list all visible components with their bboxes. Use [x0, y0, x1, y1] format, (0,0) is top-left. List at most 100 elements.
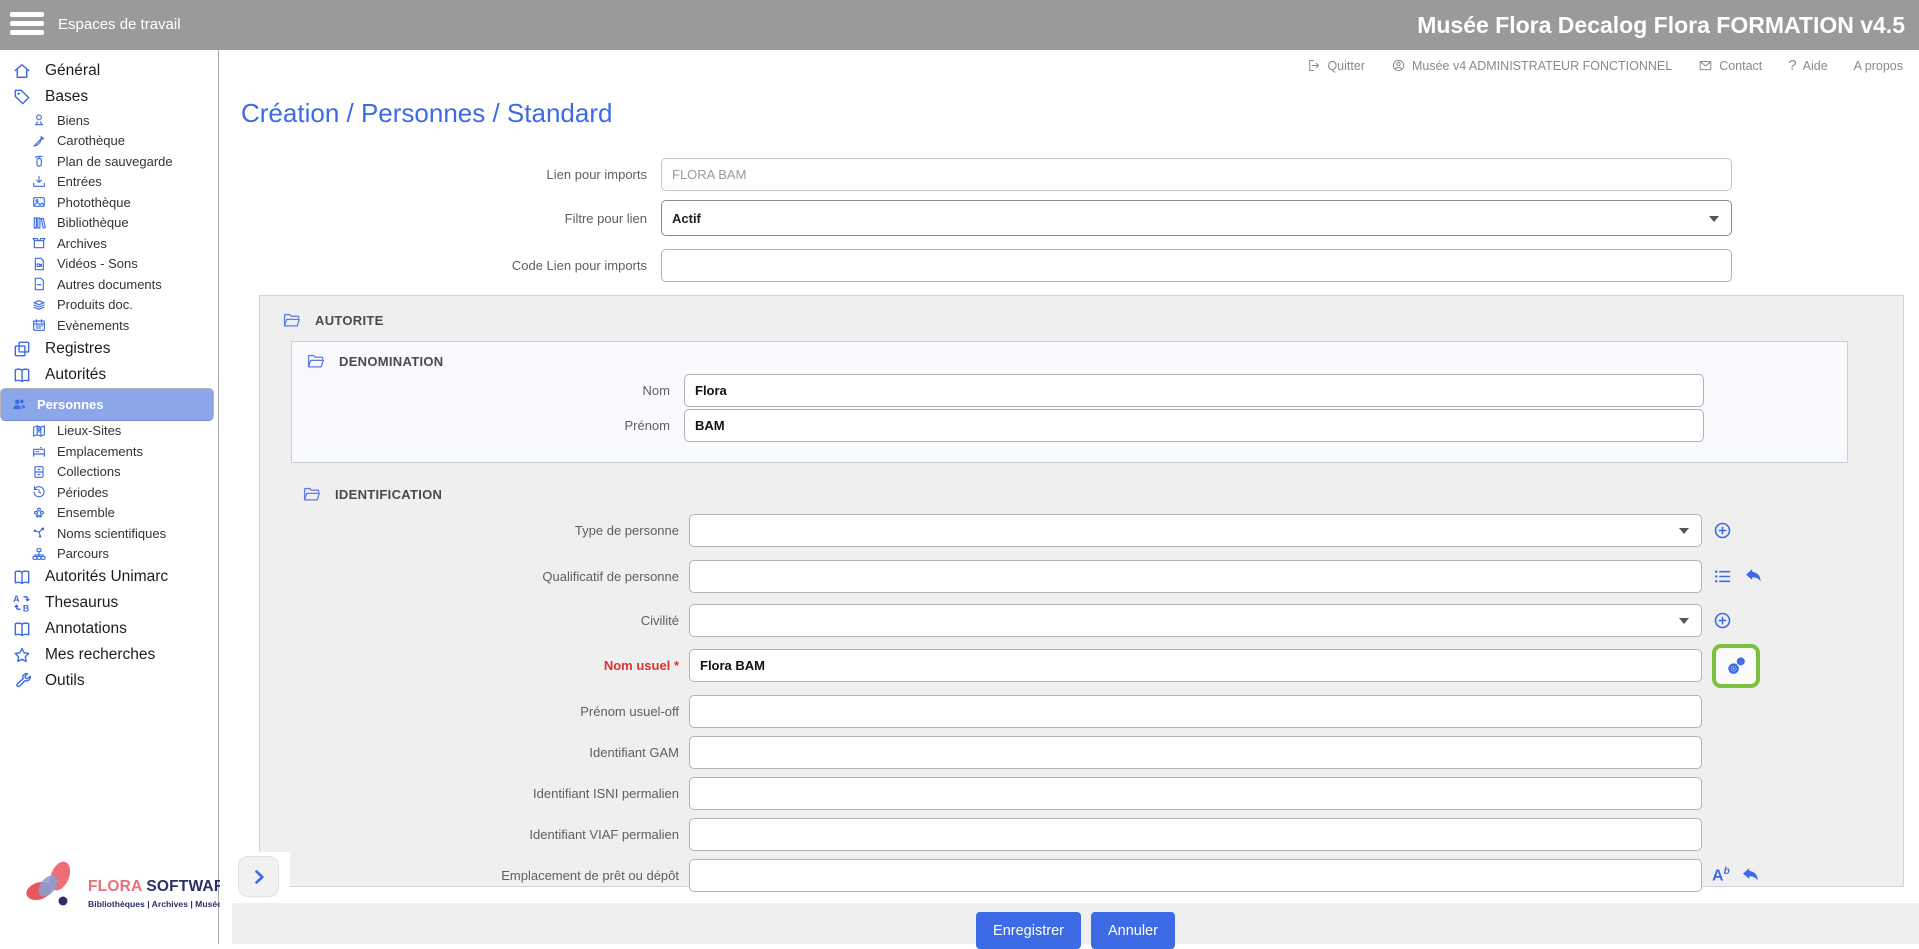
civilite-row: Civilité — [260, 604, 1903, 637]
autorite-section-header[interactable]: AUTORITE — [260, 296, 1903, 330]
prenom-usuel-off-label: Prénom usuel-off — [260, 704, 689, 719]
sidebar-item-periodes[interactable]: Périodes — [0, 482, 218, 503]
svg-text:A: A — [13, 594, 20, 604]
sidebar-item-collections[interactable]: Collections — [0, 462, 218, 483]
sidebar-item-lieux-sites[interactable]: Lieux-Sites — [0, 421, 218, 442]
star-icon — [12, 645, 32, 665]
sidebar-item-annotations[interactable]: Annotations — [0, 616, 218, 642]
filtre-pour-lien-row: Filtre pour lien Actif — [220, 200, 1732, 236]
identifiant-gam-input[interactable] — [689, 736, 1702, 769]
sidebar-item-bibliotheque[interactable]: Bibliothèque — [0, 213, 218, 234]
lien-pour-imports-input[interactable] — [661, 158, 1732, 191]
sidebar-item-videos-sons[interactable]: Vidéos - Sons — [0, 254, 218, 275]
nom-row: Nom — [292, 374, 1704, 407]
civilite-select[interactable] — [689, 604, 1702, 637]
inbox-download-icon — [31, 174, 47, 190]
registers-icon — [12, 339, 32, 359]
filtre-pour-lien-select[interactable]: Actif — [661, 200, 1732, 236]
undo-icon[interactable] — [1740, 865, 1761, 886]
save-button[interactable]: Enregistrer — [976, 912, 1081, 949]
denomination-section-header[interactable]: DENOMINATION — [292, 342, 1847, 371]
sidebar-item-autorites[interactable]: Autorités — [0, 362, 218, 388]
required-marker: * — [674, 658, 679, 673]
sidebar-item-autres-documents[interactable]: Autres documents — [0, 274, 218, 295]
lien-pour-imports-label: Lien pour imports — [220, 167, 661, 182]
prenom-input[interactable] — [684, 409, 1704, 442]
sidebar-item-ensemble[interactable]: Ensemble — [0, 503, 218, 524]
a-propos-link[interactable]: A propos — [1854, 59, 1903, 73]
sidebar-item-entrees[interactable]: Entrées — [0, 172, 218, 193]
sidebar-item-archives[interactable]: Archives — [0, 233, 218, 254]
nom-input[interactable] — [684, 374, 1704, 407]
flora-flower-icon — [22, 858, 84, 920]
prenom-label: Prénom — [292, 418, 684, 433]
molecule-icon — [31, 525, 47, 541]
code-lien-pour-imports-input[interactable] — [661, 249, 1732, 282]
denomination-box: DENOMINATION Nom Prénom — [291, 341, 1848, 463]
prenom-usuel-off-input[interactable] — [689, 695, 1702, 728]
sidebar-item-noms-scientifiques[interactable]: Noms scientifiques — [0, 523, 218, 544]
contact-link[interactable]: Contact — [1698, 58, 1762, 73]
sidebar-item-mes-recherches[interactable]: Mes recherches — [0, 642, 218, 668]
qualificatif-de-personne-input[interactable] — [689, 560, 1702, 593]
lien-pour-imports-row: Lien pour imports — [220, 158, 1732, 191]
sidebar-item-thesaurus[interactable]: AB Thesaurus — [0, 590, 218, 616]
open-book-icon — [12, 567, 32, 587]
open-book-icon — [12, 365, 32, 385]
history-icon — [31, 484, 47, 500]
sidebar-item-phototheque[interactable]: Photothèque — [0, 192, 218, 213]
identifiant-isni-label: Identifiant ISNI permalien — [260, 786, 689, 801]
add-icon[interactable] — [1712, 520, 1733, 541]
page-title: Création / Personnes / Standard — [241, 98, 612, 129]
duplicate-check-highlight[interactable] — [1712, 644, 1760, 688]
identifiant-viaf-label: Identifiant VIAF permalien — [260, 827, 689, 842]
quitter-link[interactable]: Quitter — [1306, 58, 1365, 73]
cancel-button[interactable]: Annuler — [1091, 912, 1175, 949]
hamburger-menu-icon[interactable] — [10, 12, 44, 38]
sidebar-item-autorites-unimarc[interactable]: Autorités Unimarc — [0, 564, 218, 590]
cabinet-icon — [31, 464, 47, 480]
text-format-icon[interactable]: Ab — [1712, 867, 1730, 884]
sidebar-item-bases[interactable]: Bases — [0, 84, 218, 110]
identifiant-isni-row: Identifiant ISNI permalien — [260, 777, 1903, 810]
sidebar-item-personnes[interactable]: Personnes — [0, 388, 214, 421]
sidebar-item-carotheque[interactable]: Carothèque — [0, 131, 218, 152]
exit-icon — [1306, 58, 1321, 73]
sidebar-item-biens[interactable]: Biens — [0, 110, 218, 131]
workspace-label[interactable]: Espaces de travail — [58, 0, 181, 50]
sidebar-item-outils[interactable]: Outils — [0, 668, 218, 694]
sidebar-item-emplacements[interactable]: Emplacements — [0, 441, 218, 462]
identifiant-gam-row: Identifiant GAM — [260, 736, 1903, 769]
sidebar-item-general[interactable]: Général — [0, 58, 218, 84]
sidebar-item-registres[interactable]: Registres — [0, 336, 218, 362]
folder-icon — [306, 352, 325, 371]
identification-section-header[interactable]: IDENTIFICATION — [302, 485, 1903, 504]
prenom-row: Prénom — [292, 409, 1704, 442]
gears-icon — [1724, 654, 1748, 678]
type-de-personne-select[interactable] — [689, 514, 1702, 547]
sidebar-item-parcours[interactable]: Parcours — [0, 544, 218, 565]
sidebar-item-plan-de-sauvegarde[interactable]: Plan de sauvegarde — [0, 151, 218, 172]
sidebar-item-produits-doc[interactable]: Produits doc. — [0, 295, 218, 316]
sidebar-item-evenements[interactable]: Evènements — [0, 315, 218, 336]
envelope-icon — [1698, 58, 1713, 73]
nom-usuel-input[interactable] — [689, 649, 1702, 682]
identifiant-viaf-input[interactable] — [689, 818, 1702, 851]
add-icon[interactable] — [1712, 610, 1733, 631]
identifiant-isni-input[interactable] — [689, 777, 1702, 810]
undo-icon[interactable] — [1743, 566, 1764, 587]
chevron-down-icon — [1679, 528, 1689, 534]
people-icon — [11, 396, 27, 412]
emplacement-pret-depot-input[interactable] — [689, 859, 1702, 892]
app-title: Musée Flora Decalog Flora FORMATION v4.5 — [1417, 0, 1905, 50]
list-icon[interactable] — [1712, 566, 1733, 587]
user-circle-icon — [1391, 58, 1406, 73]
expand-panel-button[interactable] — [238, 856, 279, 897]
flora-software-logo: FLORA SOFTWARE Bibliothèques | Archives … — [22, 856, 212, 932]
user-account-link[interactable]: Musée v4 ADMINISTRATEUR FONCTIONNEL — [1391, 58, 1672, 73]
shelf-icon — [31, 443, 47, 459]
aide-link[interactable]: ? Aide — [1788, 57, 1827, 74]
translate-icon: AB — [12, 593, 32, 613]
brand-name: FLORA SOFTWARE — [88, 878, 236, 896]
folder-icon — [302, 485, 321, 504]
